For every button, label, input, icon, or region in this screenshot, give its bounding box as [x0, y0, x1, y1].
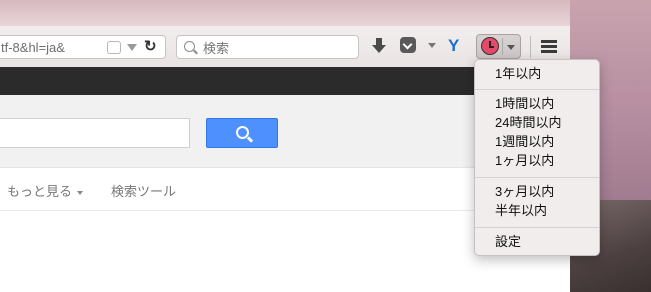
menu-item-1-hour[interactable]: 1時間以内: [495, 96, 554, 112]
time-filter-extension-button[interactable]: [476, 34, 521, 59]
toolbar-divider: [530, 36, 531, 58]
menu-item-24-hours[interactable]: 24時間以内: [495, 115, 561, 131]
time-range-menu: 1年以内 1時間以内 24時間以内 1週間以内 1ヶ月以内 3ヶ月以内 半年以内…: [474, 59, 600, 256]
tab-search-tools[interactable]: 検索ツール: [111, 181, 176, 200]
reload-icon[interactable]: ↻: [144, 37, 157, 55]
tab-more-label: もっと見る: [7, 184, 73, 199]
search-input[interactable]: [201, 39, 355, 57]
pocket-icon[interactable]: [400, 37, 416, 53]
search-icon: [184, 41, 195, 52]
url-history-dropmarker-icon[interactable]: [127, 44, 137, 51]
chevron-down-icon[interactable]: [507, 45, 515, 50]
pocket-save-icon[interactable]: [107, 41, 121, 54]
window-titlebar: [0, 0, 570, 26]
menu-separator: [475, 227, 599, 228]
tab-more[interactable]: もっと見る: [7, 181, 84, 200]
button-divider: [502, 38, 503, 55]
y-extension-icon[interactable]: Y: [448, 36, 459, 56]
menu-item-1-month[interactable]: 1ヶ月以内: [495, 153, 554, 169]
google-search-button[interactable]: [206, 118, 278, 148]
clock-icon: [481, 37, 499, 55]
menu-item-half-year[interactable]: 半年以内: [495, 203, 547, 219]
search-icon: [236, 126, 249, 139]
hamburger-menu-icon[interactable]: [541, 40, 557, 53]
pocket-menu-caret-icon[interactable]: [428, 43, 436, 48]
menu-item-1-week[interactable]: 1週間以内: [495, 134, 554, 150]
menu-separator: [475, 89, 599, 90]
menu-item-3-months[interactable]: 3ヶ月以内: [495, 184, 554, 200]
url-text[interactable]: tf-8&hl=ja&: [1, 40, 65, 55]
url-bar[interactable]: tf-8&hl=ja& ↻: [0, 35, 166, 59]
menu-separator: [475, 177, 599, 178]
menu-item-1-year[interactable]: 1年以内: [495, 66, 541, 82]
download-icon[interactable]: [372, 38, 386, 54]
search-bar[interactable]: [176, 35, 359, 59]
menu-item-settings[interactable]: 設定: [495, 234, 521, 250]
chevron-down-icon: [77, 190, 84, 195]
google-search-input[interactable]: [0, 118, 190, 148]
